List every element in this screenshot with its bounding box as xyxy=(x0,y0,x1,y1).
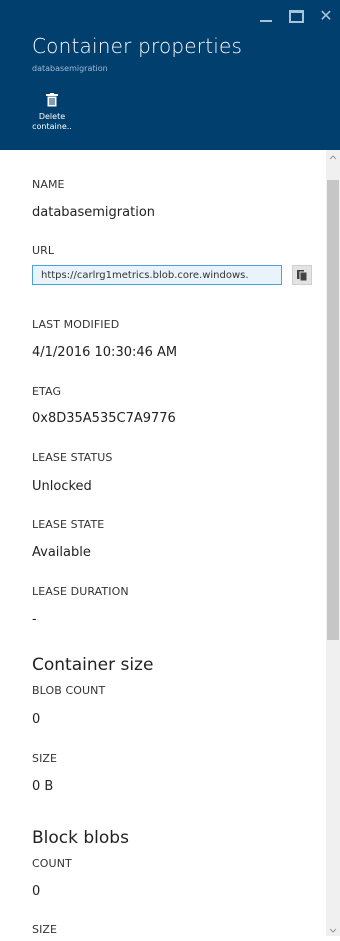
copy-icon xyxy=(297,270,308,282)
blob-count-label: BLOB COUNT xyxy=(32,684,106,697)
scrollbar-thumb[interactable] xyxy=(327,180,339,640)
name-value: databasemigration xyxy=(32,205,156,220)
delete-container-button[interactable]: Delete containe.. xyxy=(30,92,74,132)
properties-content: NAME databasemigration URL https://carlr… xyxy=(0,150,326,936)
block-blobs-count-value: 0 xyxy=(32,884,41,899)
lease-state-value: Available xyxy=(32,545,91,560)
name-label: NAME xyxy=(32,178,65,191)
scroll-down-icon[interactable] xyxy=(326,922,340,936)
window-controls: ✕ xyxy=(258,8,334,24)
maximize-icon[interactable] xyxy=(288,8,304,24)
size-label: SIZE xyxy=(32,752,58,765)
page-title: Container properties xyxy=(32,34,243,58)
block-blobs-title: Block blobs xyxy=(32,828,129,848)
copy-button[interactable] xyxy=(292,265,312,285)
lease-status-label: LEASE STATUS xyxy=(32,451,113,464)
scroll-up-icon[interactable] xyxy=(326,150,340,164)
etag-value: 0x8D35A535C7A9776 xyxy=(32,411,176,426)
minimize-icon[interactable] xyxy=(258,8,274,24)
close-icon[interactable]: ✕ xyxy=(318,8,334,24)
container-properties-blade: ✕ Container properties databasemigration… xyxy=(0,0,340,936)
container-size-title: Container size xyxy=(32,655,154,675)
size-value: 0 B xyxy=(32,779,54,794)
blob-count-value: 0 xyxy=(32,712,41,727)
trash-icon xyxy=(46,92,58,107)
lease-status-value: Unlocked xyxy=(32,479,92,494)
vertical-scrollbar[interactable] xyxy=(326,150,340,936)
etag-label: ETAG xyxy=(32,385,62,398)
last-modified-value: 4/1/2016 10:30:46 AM xyxy=(32,345,178,360)
url-label: URL xyxy=(32,244,55,257)
block-blobs-count-label: COUNT xyxy=(32,857,72,870)
block-blobs-size-label: SIZE xyxy=(32,923,58,936)
lease-duration-label: LEASE DURATION xyxy=(32,585,129,598)
url-field[interactable]: https://carlrg1metrics.blob.core.windows… xyxy=(32,265,282,285)
delete-container-label: Delete containe.. xyxy=(32,112,72,131)
last-modified-label: LAST MODIFIED xyxy=(32,318,120,331)
page-subtitle: databasemigration xyxy=(32,64,108,73)
lease-state-label: LEASE STATE xyxy=(32,518,105,531)
blade-header: ✕ Container properties databasemigration… xyxy=(0,0,340,150)
lease-duration-value: - xyxy=(32,612,37,627)
